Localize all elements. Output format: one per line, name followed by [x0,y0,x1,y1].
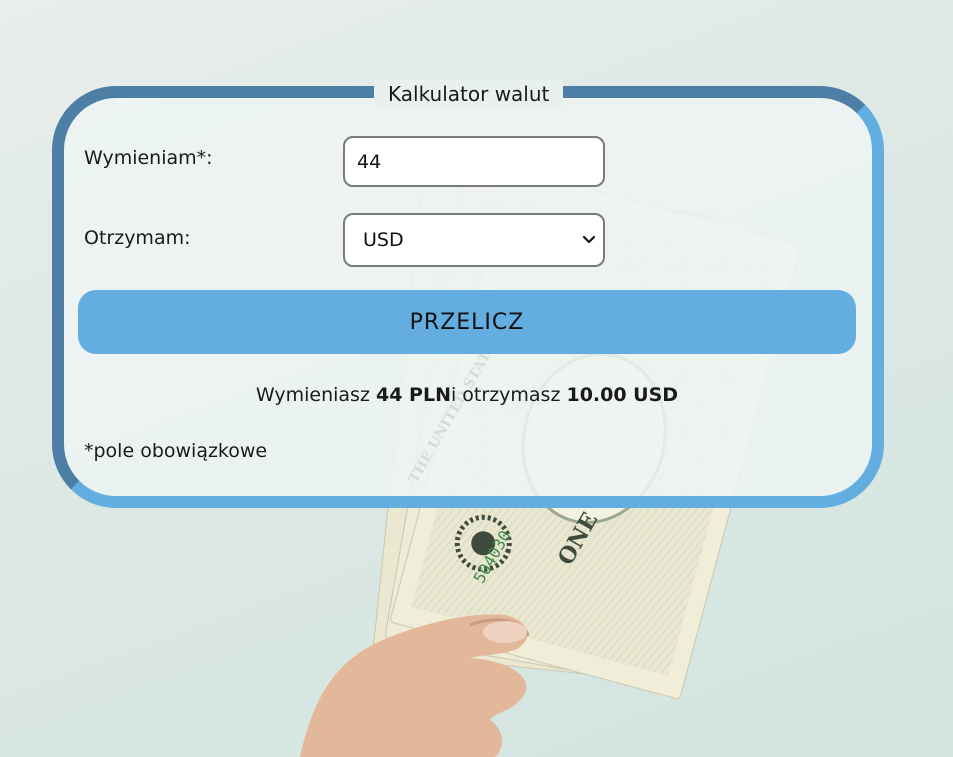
convert-button[interactable]: PRZELICZ [78,290,856,354]
result-converted-amount: 10.00 USD [566,384,679,406]
currency-calculator-form: Kalkulator walut Wymieniam*: Otrzymam: U… [52,80,884,508]
result-prefix: Wymieniasz [255,384,376,406]
currency-label: Otrzymam: [84,227,191,249]
result-middle: i otrzymasz [450,384,567,406]
hand-holding-money [300,614,530,757]
amount-label: Wymieniam*: [84,147,213,169]
required-field-note: *pole obowiązkowe [84,440,268,462]
result-input-amount: 44 PLN [375,384,451,406]
currency-select[interactable]: USD [343,213,605,267]
amount-input[interactable] [343,136,605,187]
currency-selected-value: USD [363,229,404,251]
chevron-down-icon [582,235,596,244]
conversion-result: Wymieniasz 44 PLNi otrzymasz 10.00 USD [64,384,870,406]
form-legend: Kalkulator walut [374,80,564,108]
